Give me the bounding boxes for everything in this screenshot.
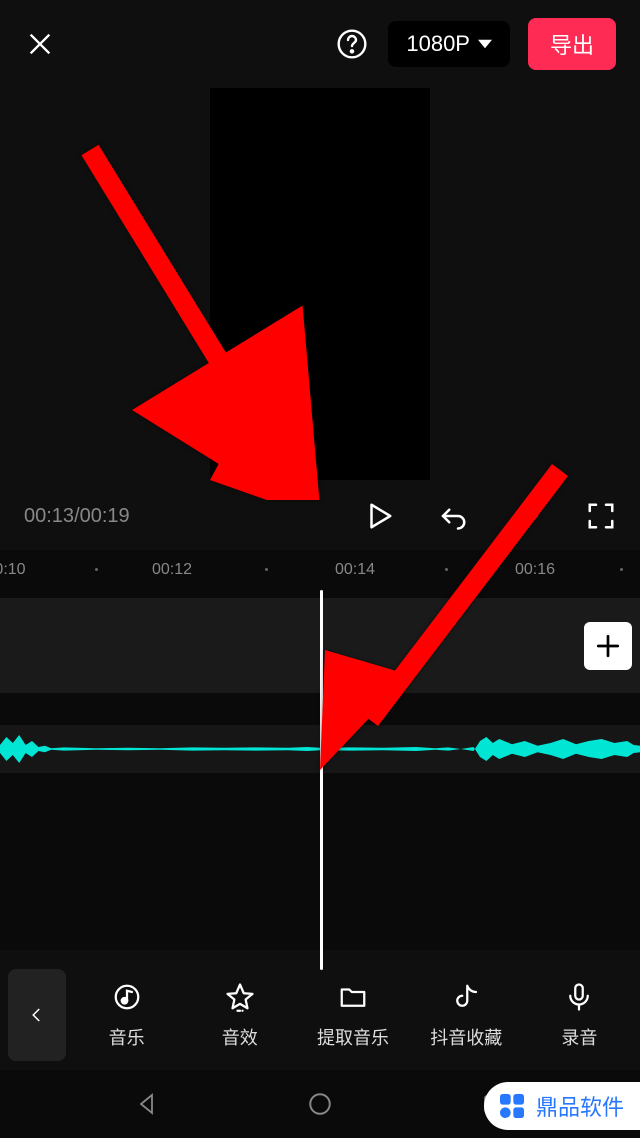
timecode: 00:13/00:19 <box>24 505 364 528</box>
tool-label: 音乐 <box>109 1024 145 1050</box>
mic-icon <box>562 980 596 1014</box>
timeline-ruler: 0:10 00:12 00:14 00:16 <box>0 550 640 590</box>
watermark: 鼎品软件 <box>484 1082 640 1130</box>
folder-icon <box>336 980 370 1014</box>
ruler-tick: 0:10 <box>0 561 26 579</box>
ruler-tick: 00:16 <box>515 561 555 579</box>
tool-extract-music[interactable]: 提取音乐 <box>300 980 405 1050</box>
undo-button[interactable] <box>438 501 468 531</box>
play-button[interactable] <box>364 501 394 531</box>
bottom-toolbar: 音乐 音效 提取音乐 抖音收藏 录音 <box>0 960 640 1070</box>
close-button[interactable] <box>24 28 56 60</box>
tool-label: 音效 <box>222 1024 258 1050</box>
tool-douyin-favorites[interactable]: 抖音收藏 <box>414 980 519 1050</box>
nav-back[interactable] <box>132 1089 162 1119</box>
ruler-dot <box>620 568 623 571</box>
video-preview[interactable] <box>210 88 430 480</box>
watermark-logo-icon <box>496 1090 528 1122</box>
fullscreen-button[interactable] <box>586 501 616 531</box>
chevron-left-icon <box>28 1006 46 1024</box>
music-icon <box>110 980 144 1014</box>
add-clip-button[interactable] <box>584 622 632 670</box>
timeline[interactable]: 0:10 00:12 00:14 00:16 <box>0 550 640 950</box>
tool-record[interactable]: 录音 <box>527 980 632 1050</box>
ruler-tick: 00:12 <box>152 561 192 579</box>
tool-label: 抖音收藏 <box>430 1024 502 1050</box>
plus-icon <box>595 633 621 659</box>
tool-label: 录音 <box>561 1024 597 1050</box>
watermark-text: 鼎品软件 <box>536 1090 624 1122</box>
tool-label: 提取音乐 <box>317 1024 389 1050</box>
star-icon <box>223 980 257 1014</box>
preview-area <box>0 88 640 498</box>
redo-button[interactable] <box>512 501 542 531</box>
ruler-tick: 00:14 <box>335 561 375 579</box>
back-button[interactable] <box>8 969 66 1061</box>
nav-home[interactable] <box>305 1089 335 1119</box>
tool-sound-effect[interactable]: 音效 <box>187 980 292 1050</box>
playhead[interactable] <box>320 590 323 970</box>
playback-controls: 00:13/00:19 <box>0 492 640 540</box>
ruler-dot <box>445 568 448 571</box>
control-icons <box>364 501 616 531</box>
help-button[interactable] <box>334 26 370 62</box>
tool-music[interactable]: 音乐 <box>74 980 179 1050</box>
ruler-dot <box>95 568 98 571</box>
resolution-value: 1080P <box>406 31 470 57</box>
resolution-select[interactable]: 1080P <box>388 21 510 67</box>
douyin-icon <box>449 980 483 1014</box>
ruler-dot <box>265 568 268 571</box>
export-button[interactable]: 导出 <box>528 18 616 70</box>
header-right: 1080P 导出 <box>334 18 616 70</box>
chevron-down-icon <box>478 37 492 51</box>
header: 1080P 导出 <box>0 0 640 88</box>
